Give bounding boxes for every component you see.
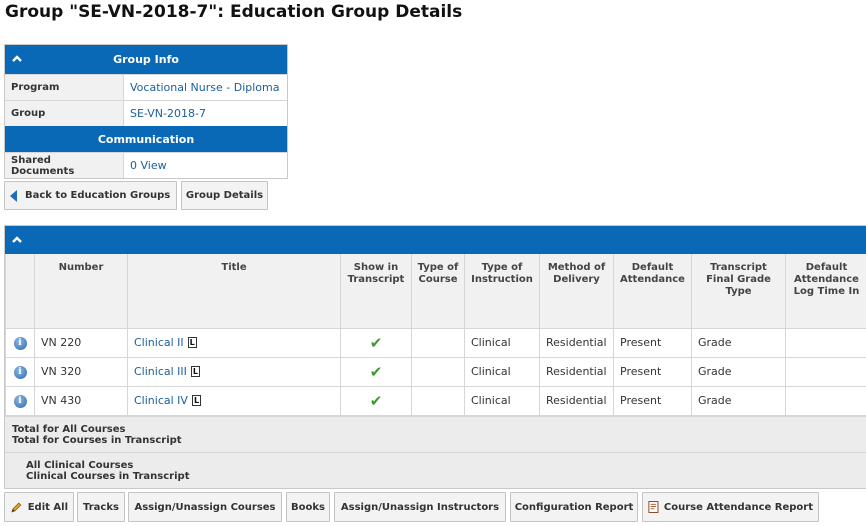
configuration-report-button[interactable]: Configuration Report	[510, 492, 638, 522]
type-of-course	[411, 385, 465, 416]
default-attendance: Present	[613, 385, 692, 416]
method-of-delivery: Residential	[539, 385, 614, 416]
final-grade-type: Grade	[691, 385, 786, 416]
info-row-shared-docs: Shared Documents 0 View	[5, 152, 287, 178]
report-icon	[648, 501, 659, 513]
group-details-button[interactable]: Group Details	[181, 181, 268, 210]
checkmark-icon: ✔	[369, 333, 383, 352]
col-number[interactable]: Number	[34, 254, 128, 329]
page-title: Group "SE-VN-2018-7": Education Group De…	[5, 2, 463, 22]
lab-badge: L	[187, 337, 197, 348]
books-button[interactable]: Books	[286, 492, 330, 522]
total-all-courses: Total for All Courses	[12, 423, 126, 435]
course-attendance-report-label: Course Attendance Report	[663, 501, 813, 513]
back-to-groups-button[interactable]: Back to Education Groups	[4, 181, 177, 210]
method-of-delivery: Residential	[539, 327, 614, 358]
table-row: i VN 430 Clinical IV L ✔ Clinical Residen…	[5, 385, 866, 416]
type-of-instruction: Clinical	[464, 327, 540, 358]
edit-all-label: Edit All	[27, 501, 68, 513]
method-of-delivery: Residential	[539, 356, 614, 387]
communication-title: Communication	[97, 132, 195, 146]
col-type-of-course[interactable]: Type of Course	[411, 254, 465, 329]
tracks-label: Tracks	[83, 501, 119, 513]
default-attendance: Present	[613, 356, 692, 387]
group-info-title: Group Info	[113, 53, 179, 66]
table-header-row: Number Title Show in Transcript Type of …	[5, 254, 866, 329]
chevron-up-icon[interactable]	[11, 53, 23, 65]
col-title[interactable]: Title	[127, 254, 341, 329]
col-log-time-in[interactable]: Default Attendance Log Time In	[785, 254, 866, 329]
assign-instructors-label: Assign/Unassign Instructors	[340, 501, 500, 513]
checkmark-icon: ✔	[369, 391, 383, 410]
checkmark-icon: ✔	[369, 362, 383, 381]
books-label: Books	[291, 501, 325, 513]
communication-header: Communication	[5, 126, 287, 152]
course-number: VN 320	[34, 356, 128, 387]
group-link[interactable]: SE-VN-2018-7	[130, 107, 206, 120]
default-attendance: Present	[613, 327, 692, 358]
info-icon[interactable]: i	[13, 337, 27, 350]
program-label: Program	[5, 75, 124, 100]
courses-panel: Number Title Show in Transcript Type of …	[4, 225, 866, 489]
clinical-transcript-courses: Clinical Courses in Transcript	[26, 470, 190, 482]
clinical-totals-section: All Clinical Courses Clinical Courses in…	[5, 451, 866, 488]
totals-section: Total for All Courses Total for Courses …	[5, 415, 866, 452]
chevron-up-icon[interactable]	[11, 234, 23, 246]
info-icon[interactable]: i	[13, 395, 27, 408]
tracks-button[interactable]: Tracks	[77, 492, 125, 522]
info-row-program: Program Vocational Nurse - Diploma	[5, 74, 287, 100]
col-method-of-delivery[interactable]: Method of Delivery	[539, 254, 614, 329]
shared-docs-view-link[interactable]: View	[141, 159, 167, 172]
shared-docs-count[interactable]: 0	[130, 159, 137, 172]
courses-table: Number Title Show in Transcript Type of …	[5, 254, 866, 416]
course-title-link[interactable]: Clinical III	[134, 365, 187, 378]
course-title-link[interactable]: Clinical IV	[134, 394, 188, 407]
group-info-panel: Group Info Program Vocational Nurse - Di…	[4, 44, 288, 179]
course-title-link[interactable]: Clinical II	[134, 336, 184, 349]
group-label: Group	[5, 101, 124, 126]
all-clinical-courses: All Clinical Courses	[26, 459, 134, 471]
shared-docs-label: Shared Documents	[5, 153, 124, 178]
total-transcript-courses: Total for Courses in Transcript	[12, 434, 182, 446]
type-of-instruction: Clinical	[464, 356, 540, 387]
col-final-grade-type[interactable]: Transcript Final Grade Type	[691, 254, 786, 329]
type-of-course	[411, 327, 465, 358]
assign-courses-label: Assign/Unassign Courses	[134, 501, 276, 513]
info-icon[interactable]: i	[13, 366, 27, 379]
program-link[interactable]: Vocational Nurse - Diploma	[130, 81, 280, 94]
edit-all-button[interactable]: Edit All	[4, 492, 74, 522]
type-of-instruction: Clinical	[464, 385, 540, 416]
final-grade-type: Grade	[691, 356, 786, 387]
table-row: i VN 320 Clinical III L ✔ Clinical Reside…	[5, 356, 866, 387]
back-button-label: Back to Education Groups	[25, 190, 171, 201]
group-details-label: Group Details	[185, 190, 264, 201]
info-row-group: Group SE-VN-2018-7	[5, 100, 287, 126]
back-arrow-icon	[10, 189, 17, 202]
col-info	[5, 254, 35, 329]
log-time-in	[785, 327, 866, 358]
course-number: VN 220	[34, 327, 128, 358]
assign-instructors-button[interactable]: Assign/Unassign Instructors	[334, 492, 506, 522]
type-of-course	[411, 356, 465, 387]
col-type-of-instruction[interactable]: Type of Instruction	[464, 254, 540, 329]
assign-courses-button[interactable]: Assign/Unassign Courses	[128, 492, 282, 522]
configuration-report-label: Configuration Report	[514, 501, 634, 513]
courses-header[interactable]	[5, 226, 866, 254]
log-time-in	[785, 356, 866, 387]
course-number: VN 430	[34, 385, 128, 416]
group-info-header[interactable]: Group Info	[5, 45, 287, 74]
col-show-in-transcript[interactable]: Show in Transcript	[340, 254, 412, 329]
pencil-icon	[11, 502, 22, 513]
log-time-in	[785, 385, 866, 416]
final-grade-type: Grade	[691, 327, 786, 358]
lab-badge: L	[191, 395, 202, 406]
course-attendance-report-button[interactable]: Course Attendance Report	[642, 492, 819, 522]
lab-badge: L	[190, 366, 201, 377]
table-row: i VN 220 Clinical II L ✔ Clinical Residen…	[5, 327, 866, 358]
col-default-attendance[interactable]: Default Attendance	[613, 254, 692, 329]
